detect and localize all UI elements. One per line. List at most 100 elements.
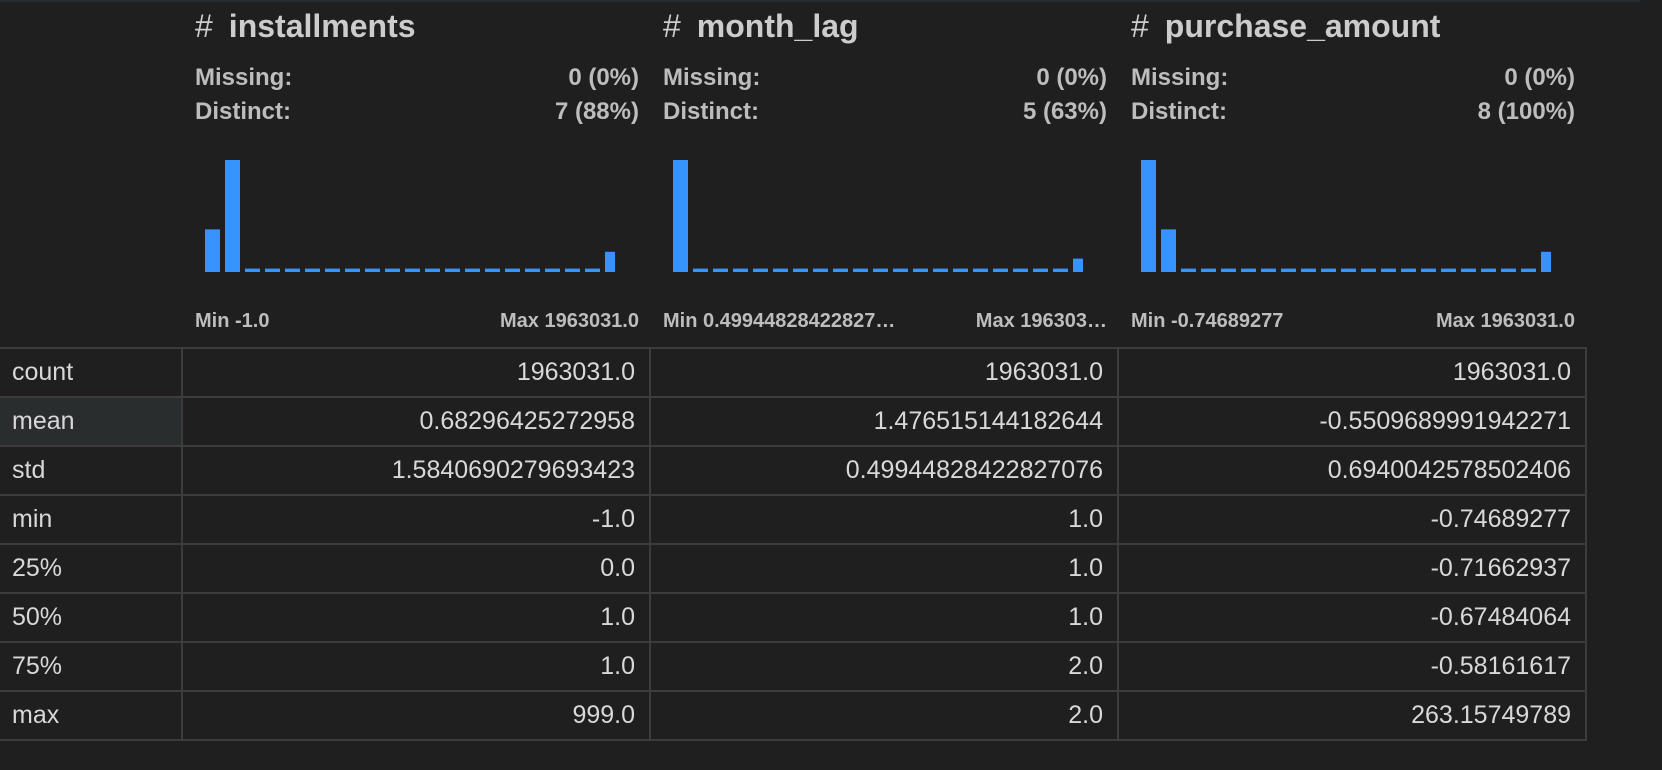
histogram-bar[interactable]: [1441, 268, 1456, 272]
table-cell[interactable]: 2.0: [649, 690, 1119, 741]
table-cell[interactable]: -0.58161617: [1117, 641, 1587, 692]
histogram-bar[interactable]: [1421, 268, 1436, 272]
histogram-bar[interactable]: [265, 268, 280, 272]
histogram-bar[interactable]: [1301, 268, 1316, 272]
histogram-bar[interactable]: [893, 268, 908, 272]
table-cell[interactable]: -0.71662937: [1117, 543, 1587, 594]
table-cell[interactable]: 1.0: [649, 592, 1119, 643]
table-cell[interactable]: 999.0: [181, 690, 651, 741]
table-cell[interactable]: 0.6940042578502406: [1117, 445, 1587, 496]
table-row[interactable]: 25% 0.0 1.0 -0.71662937: [0, 543, 1587, 594]
histogram-bar[interactable]: [585, 268, 600, 272]
table-cell[interactable]: -0.5509689991942271: [1117, 396, 1587, 447]
table-cell[interactable]: 2.0: [649, 641, 1119, 692]
histogram-bar[interactable]: [993, 268, 1008, 272]
table-row[interactable]: 75% 1.0 2.0 -0.58161617: [0, 641, 1587, 692]
histogram-bar[interactable]: [465, 268, 480, 272]
column-summary-purchase-amount: # purchase_amount Missing: 0 (0%) Distin…: [1131, 0, 1575, 347]
table-cell[interactable]: 1.0: [181, 641, 651, 692]
histogram-bar[interactable]: [1181, 268, 1196, 272]
histogram-bar[interactable]: [485, 268, 500, 272]
histogram-bar[interactable]: [1141, 160, 1156, 272]
histogram-bar[interactable]: [365, 268, 380, 272]
histogram[interactable]: [663, 160, 1107, 290]
histogram-bar[interactable]: [713, 268, 728, 272]
table-cell[interactable]: 1.0: [649, 543, 1119, 594]
histogram-bar[interactable]: [1073, 258, 1083, 272]
table-cell[interactable]: 1.5840690279693423: [181, 445, 651, 496]
histogram-bar[interactable]: [933, 268, 948, 272]
histogram-bar[interactable]: [1281, 268, 1296, 272]
table-cell[interactable]: 1.0: [181, 592, 651, 643]
histogram-bar[interactable]: [285, 268, 300, 272]
histogram-bar[interactable]: [753, 268, 768, 272]
table-cell[interactable]: -1.0: [181, 494, 651, 545]
histogram-bar[interactable]: [245, 268, 260, 272]
table-row[interactable]: std 1.5840690279693423 0.499448284228270…: [0, 445, 1587, 496]
table-cell[interactable]: -0.67484064: [1117, 592, 1587, 643]
histogram-bar[interactable]: [425, 268, 440, 272]
histogram-bar[interactable]: [1033, 268, 1048, 272]
table-row[interactable]: min -1.0 1.0 -0.74689277: [0, 494, 1587, 545]
table-cell[interactable]: 263.15749789: [1117, 690, 1587, 741]
histogram-bar[interactable]: [1521, 268, 1536, 272]
table-row[interactable]: 50% 1.0 1.0 -0.67484064: [0, 592, 1587, 643]
table-cell[interactable]: 0.49944828422827076: [649, 445, 1119, 496]
histogram-bar[interactable]: [1013, 268, 1028, 272]
histogram-bar[interactable]: [325, 268, 340, 272]
histogram-bar[interactable]: [1221, 268, 1236, 272]
histogram-bar[interactable]: [913, 268, 928, 272]
histogram-bar[interactable]: [405, 268, 420, 272]
histogram-bar[interactable]: [225, 160, 240, 272]
table-row[interactable]: count 1963031.0 1963031.0 1963031.0: [0, 347, 1587, 398]
histogram-bar[interactable]: [545, 268, 560, 272]
table-cell[interactable]: 1.476515144182644: [649, 396, 1119, 447]
histogram[interactable]: [195, 160, 639, 290]
histogram-bar[interactable]: [345, 268, 360, 272]
table-cell[interactable]: 1963031.0: [181, 347, 651, 398]
table-cell[interactable]: 0.0: [181, 543, 651, 594]
histogram-bar[interactable]: [305, 268, 320, 272]
histogram-bar[interactable]: [205, 229, 220, 272]
histogram-bar[interactable]: [973, 268, 988, 272]
histogram-bar[interactable]: [565, 268, 580, 272]
histogram-bar[interactable]: [525, 268, 540, 272]
histogram-bar[interactable]: [1501, 268, 1516, 272]
histogram-bar[interactable]: [1381, 268, 1396, 272]
histogram-bar[interactable]: [733, 268, 748, 272]
histogram-bar[interactable]: [793, 268, 808, 272]
histogram-bar[interactable]: [873, 268, 888, 272]
histogram-bar[interactable]: [1053, 268, 1068, 272]
histogram-bar[interactable]: [953, 268, 968, 272]
histogram-bar[interactable]: [445, 268, 460, 272]
histogram-bar[interactable]: [673, 160, 688, 272]
histogram-bar[interactable]: [1541, 251, 1551, 272]
histogram-bar[interactable]: [813, 268, 828, 272]
histogram-bar[interactable]: [853, 268, 868, 272]
histogram-bar[interactable]: [1481, 268, 1496, 272]
histogram-bar[interactable]: [1201, 268, 1216, 272]
histogram-bar[interactable]: [1161, 229, 1176, 272]
histogram[interactable]: [1131, 160, 1575, 290]
table-cell[interactable]: 1963031.0: [649, 347, 1119, 398]
histogram-bar[interactable]: [693, 268, 708, 272]
histogram-bar[interactable]: [1241, 268, 1256, 272]
distinct-row: Distinct: 5 (63%): [663, 96, 1107, 128]
histogram-bar[interactable]: [1341, 268, 1356, 272]
table-cell[interactable]: -0.74689277: [1117, 494, 1587, 545]
histogram-bar[interactable]: [1461, 268, 1476, 272]
histogram-bar[interactable]: [505, 268, 520, 272]
histogram-bar[interactable]: [385, 268, 400, 272]
histogram-bar[interactable]: [833, 268, 848, 272]
table-cell[interactable]: 1.0: [649, 494, 1119, 545]
histogram-bar[interactable]: [1261, 268, 1276, 272]
histogram-bar[interactable]: [1401, 268, 1416, 272]
histogram-bar[interactable]: [1361, 268, 1376, 272]
histogram-bar[interactable]: [773, 268, 788, 272]
table-cell[interactable]: 0.68296425272958: [181, 396, 651, 447]
table-row[interactable]: max 999.0 2.0 263.15749789: [0, 690, 1587, 741]
histogram-bar[interactable]: [1321, 268, 1336, 272]
table-row[interactable]: mean 0.68296425272958 1.476515144182644 …: [0, 396, 1587, 447]
histogram-bar[interactable]: [605, 251, 615, 272]
table-cell[interactable]: 1963031.0: [1117, 347, 1587, 398]
